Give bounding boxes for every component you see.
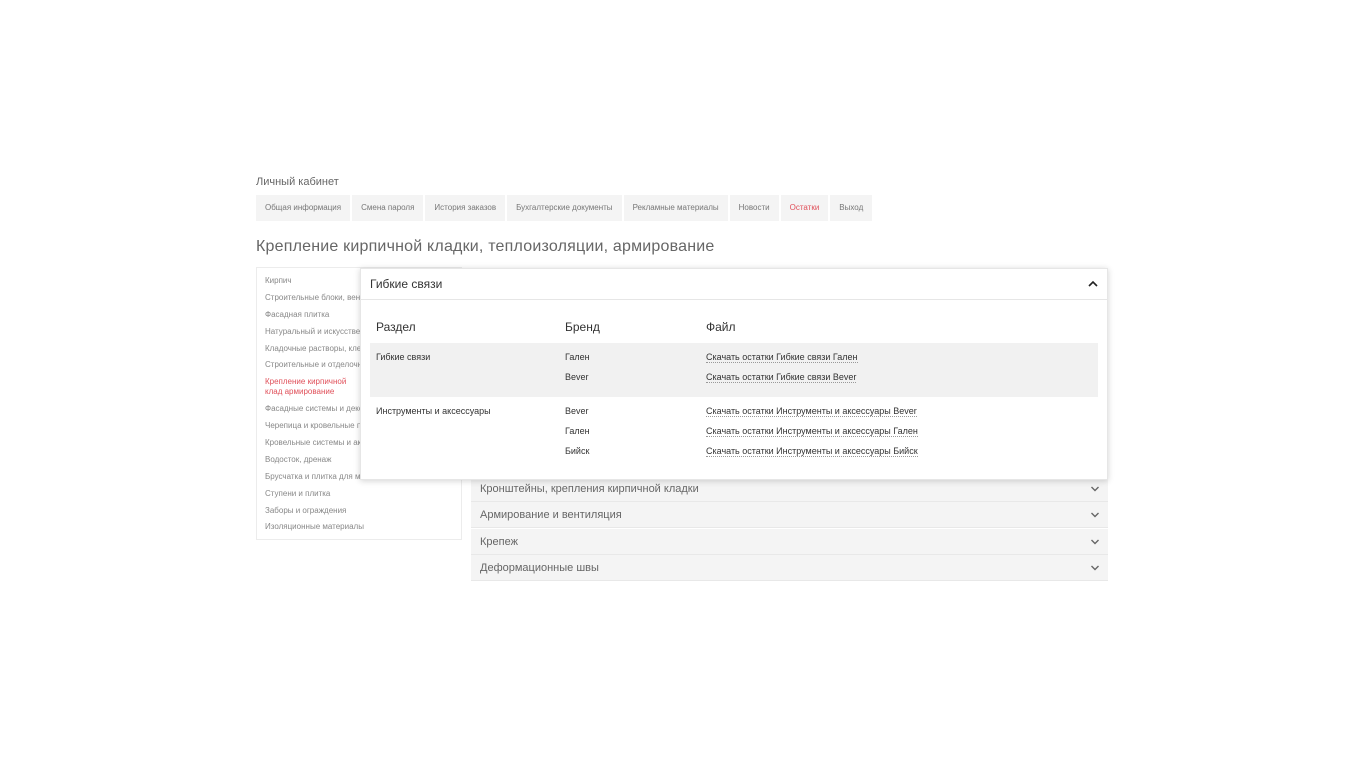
section-cell: Гибкие связи — [376, 352, 431, 362]
tab-general-info[interactable]: Общая информация — [256, 195, 351, 221]
page-title: Крепление кирпичной кладки, теплоизоляци… — [256, 238, 715, 255]
section-cell: Инструменты и аксессуары — [376, 406, 491, 416]
account-tabs: Общая информация Смена пароля История за… — [256, 195, 873, 221]
sidebar-item[interactable]: Изоляционные материалы — [257, 522, 461, 532]
tab-stock[interactable]: Остатки — [780, 195, 829, 221]
tab-promo-materials[interactable]: Рекламные материалы — [623, 195, 728, 221]
sidebar-item-active[interactable]: Крепление кирпичной клад армирование — [257, 377, 367, 397]
download-link[interactable]: Скачать остатки Гибкие связи Bever — [706, 372, 857, 383]
tab-accounting-documents[interactable]: Бухгалтерские документы — [507, 195, 622, 221]
sidebar-item[interactable]: Ступени и плитка — [257, 489, 461, 499]
modal-header[interactable]: Гибкие связи — [361, 269, 1107, 300]
tab-logout[interactable]: Выход — [830, 195, 873, 221]
brand-cell: Bever — [565, 406, 589, 416]
chevron-down-icon[interactable] — [1090, 563, 1100, 573]
column-header-brand: Бренд — [565, 320, 600, 334]
tab-news[interactable]: Новости — [729, 195, 779, 221]
column-header-file: Файл — [706, 320, 736, 334]
sidebar-item[interactable]: Заборы и ограждения — [257, 506, 461, 516]
download-link[interactable]: Скачать остатки Инструменты и аксессуары… — [706, 426, 918, 437]
column-header-section: Раздел — [376, 320, 416, 334]
download-link[interactable]: Скачать остатки Гибкие связи Гален — [706, 352, 858, 363]
accordion-reinforcement[interactable]: Армирование и вентиляция — [471, 502, 1108, 528]
account-title: Личный кабинет — [256, 176, 339, 188]
brand-cell: Бийск — [565, 446, 590, 456]
table-group: Гибкие связи Гален Скачать остатки Гибки… — [370, 343, 1098, 397]
tab-order-history[interactable]: История заказов — [425, 195, 506, 221]
brand-cell: Гален — [565, 352, 590, 362]
table-group: Инструменты и аксессуары Bever Скачать о… — [370, 397, 1098, 467]
accordion-fasteners[interactable]: Крепеж — [471, 529, 1108, 555]
chevron-down-icon[interactable] — [1090, 537, 1100, 547]
brand-cell: Bever — [565, 372, 589, 382]
accordion-label: Крепеж — [480, 536, 518, 548]
accordion-expansion-joints[interactable]: Деформационные швы — [471, 555, 1108, 581]
accordion-label: Кронштейны, крепления кирпичной кладки — [480, 483, 699, 495]
stock-modal: Гибкие связи Раздел Бренд Файл Гибкие св… — [360, 268, 1108, 480]
download-link[interactable]: Скачать остатки Инструменты и аксессуары… — [706, 446, 918, 457]
accordion-label: Армирование и вентиляция — [480, 509, 622, 521]
modal-title: Гибкие связи — [370, 277, 443, 291]
brand-cell: Гален — [565, 426, 590, 436]
chevron-down-icon[interactable] — [1090, 510, 1100, 520]
download-link[interactable]: Скачать остатки Инструменты и аксессуары… — [706, 406, 917, 417]
chevron-up-icon[interactable] — [1087, 279, 1099, 289]
tab-change-password[interactable]: Смена пароля — [352, 195, 424, 221]
chevron-down-icon[interactable] — [1090, 484, 1100, 494]
accordion-label: Деформационные швы — [480, 562, 599, 574]
